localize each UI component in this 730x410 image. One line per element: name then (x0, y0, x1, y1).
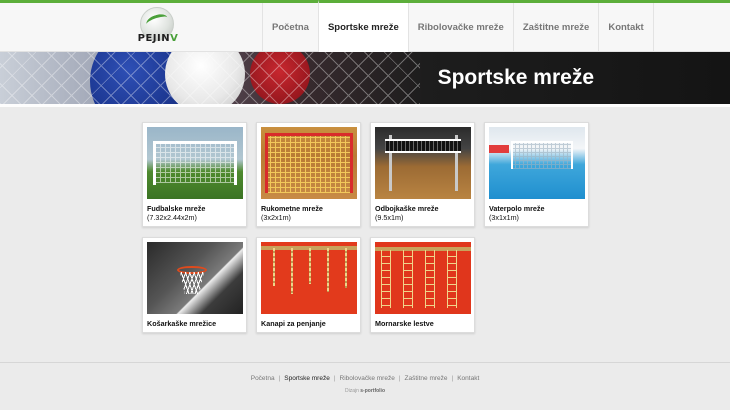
banner-divider (0, 104, 730, 107)
crossbar (153, 141, 237, 144)
footer-link-ribolovacke-mreze[interactable]: Ribolovačke mreže (340, 375, 395, 382)
footer-separator: | (278, 375, 281, 382)
left-post (153, 141, 156, 185)
page-banner: Sportske mreže (0, 52, 730, 104)
logo-text-accent: V (170, 33, 179, 44)
product-name[interactable]: Vaterpolo mreže (489, 204, 545, 213)
pool-banner (489, 145, 509, 153)
nav-item-pocetna[interactable]: Početna (262, 3, 318, 52)
header: PEJINV Početna Sportske mreže Ribolovačk… (0, 0, 730, 52)
banner-net-pattern (0, 52, 420, 104)
rope (345, 248, 347, 288)
product-card-rukometne-mreze[interactable]: Rukometne mreže (3x2x1m) (256, 122, 361, 227)
footer-link-zastitne-mreze[interactable]: Zaštitne mreže (405, 375, 448, 382)
footer-separator: | (333, 375, 336, 382)
footer-separator: | (398, 375, 401, 382)
rope (309, 248, 311, 284)
nav-item-ribolovacke-mreze[interactable]: Ribolovačke mreže (407, 3, 513, 52)
product-card-vaterpolo-mreze[interactable]: Vaterpolo mreže (3x1x1m) (484, 122, 589, 227)
climbing-ropes-image[interactable] (261, 242, 357, 314)
footer-divider (0, 362, 730, 363)
footer-link-pocetna[interactable]: Početna (251, 375, 275, 382)
goal-frame (511, 141, 573, 169)
logo-text-main: PEJIN (137, 33, 171, 44)
net-pattern (180, 272, 204, 294)
volleyball-net-image[interactable] (375, 127, 471, 199)
product-name[interactable]: Fudbalske mreže (147, 204, 205, 213)
rope-ladder (425, 250, 435, 308)
product-card-odbojkaske-mreze[interactable]: Odbojkaške mreže (9.5x1m) (370, 122, 475, 227)
goal-frame (265, 133, 353, 193)
product-name[interactable]: Košarkaške mrežice (147, 319, 216, 328)
footer-credit: Dizajn s-portfolio (0, 388, 730, 394)
rope-ladder (447, 250, 457, 308)
basketball-hoop-image[interactable] (147, 242, 243, 314)
product-dimensions: (3x1x1m) (489, 213, 519, 222)
logo[interactable]: PEJINV (136, 7, 180, 49)
product-dimensions: (7.32x2.44x2m) (147, 213, 197, 222)
footer-link-kontakt[interactable]: Kontakt (457, 375, 479, 382)
product-card-kanapi-za-penjanje[interactable]: Kanapi za penjanje (256, 237, 361, 333)
product-name[interactable]: Odbojkaške mreže (375, 204, 439, 213)
credit-link[interactable]: s-portfolio (360, 388, 385, 394)
rope-ladders-image[interactable] (375, 242, 471, 314)
footer-nav: Početna | Sportske mreže | Ribolovačke mreže… (0, 375, 730, 382)
football-goal-image[interactable] (147, 127, 243, 199)
water-polo-goal-image[interactable] (489, 127, 585, 199)
product-dimensions: (3x2x1m) (261, 213, 291, 222)
product-card-fudbalske-mreze[interactable]: Fudbalske mreže (7.32x2.44x2m) (142, 122, 247, 227)
page-title: Sportske mreže (437, 66, 594, 89)
rope (327, 248, 329, 292)
right-post (234, 141, 237, 185)
product-name[interactable]: Rukometne mreže (261, 204, 323, 213)
rope (291, 248, 293, 294)
rope-ladder (381, 250, 391, 308)
rope (273, 248, 275, 286)
footer-separator: | (451, 375, 454, 382)
product-dimensions: (9.5x1m) (375, 213, 404, 222)
rope-ladder (403, 250, 413, 308)
logo-text: PEJINV (136, 33, 180, 44)
product-name[interactable]: Mornarske lestve (375, 319, 434, 328)
nav-item-zastitne-mreze[interactable]: Zaštitne mreže (512, 3, 599, 52)
handball-goal-image[interactable] (261, 127, 357, 199)
nav-item-sportske-mreze[interactable]: Sportske mreže (317, 0, 408, 52)
nav-item-kontakt[interactable]: Kontakt (598, 3, 654, 52)
product-card-kosarkaske-mrezice[interactable]: Košarkaške mrežice (142, 237, 247, 333)
net-pattern (385, 139, 461, 153)
product-name[interactable]: Kanapi za penjanje (261, 319, 326, 328)
product-card-mornarske-lestve[interactable]: Mornarske lestve (370, 237, 475, 333)
net-pattern (155, 143, 235, 183)
main-nav: Početna Sportske mreže Ribolovačke mreže… (262, 0, 654, 52)
footer-link-sportske-mreze[interactable]: Sportske mreže (284, 375, 330, 382)
credit-prefix: Dizajn (344, 388, 359, 394)
